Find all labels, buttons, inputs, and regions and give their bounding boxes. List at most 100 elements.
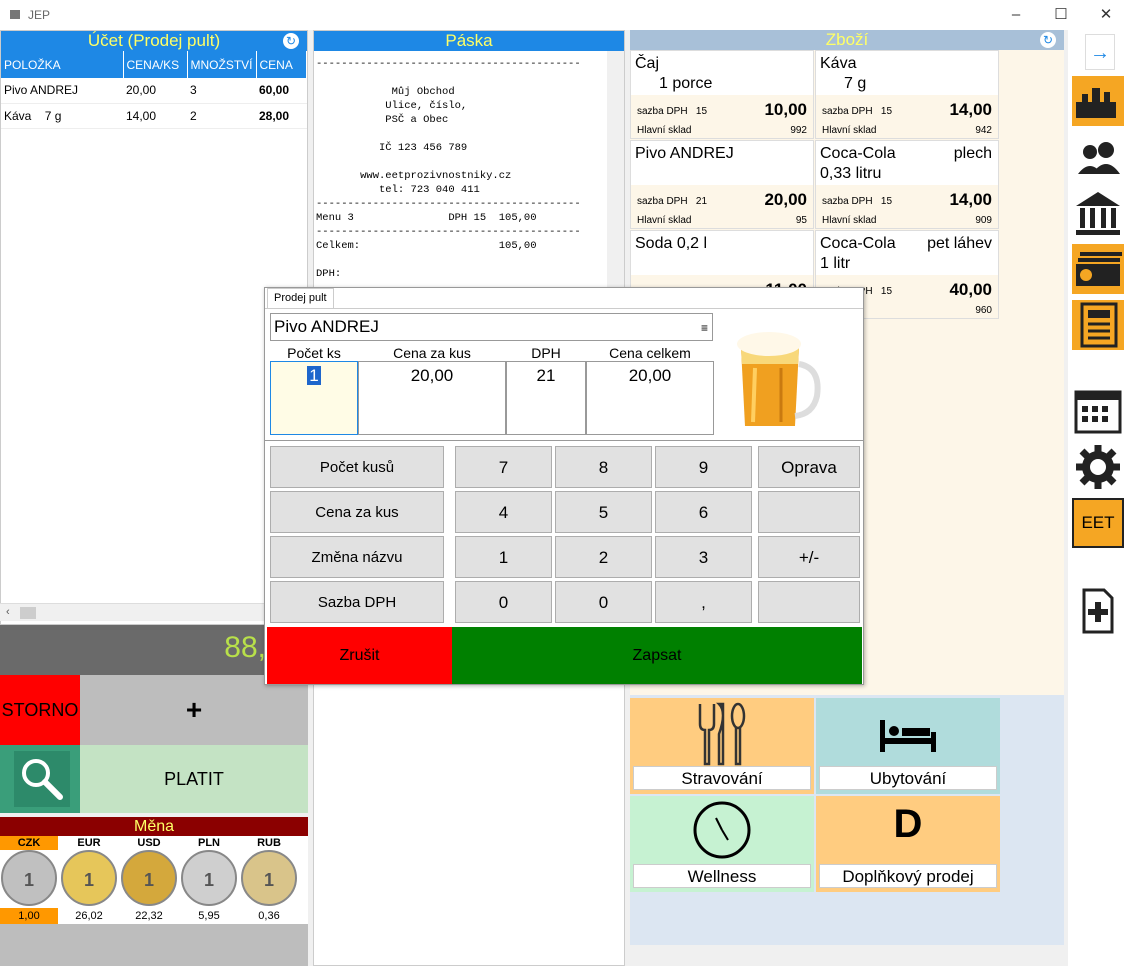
item-total: 60,00 — [256, 78, 307, 104]
pay-button[interactable]: PLATIT — [80, 745, 308, 813]
logout-icon[interactable]: → — [1085, 34, 1115, 70]
key-5[interactable]: 5 — [555, 491, 652, 533]
item-price: 20,00 — [123, 78, 187, 104]
add-button[interactable]: + — [80, 675, 308, 745]
product-count: 909 — [975, 215, 992, 226]
account-panel-title: Účet (Prodej pult) — [87, 31, 221, 50]
key-blank[interactable] — [758, 491, 860, 533]
add-document-icon[interactable] — [1072, 586, 1124, 636]
dialog-tab[interactable]: Prodej pult — [267, 288, 334, 308]
currency-code: RUB — [257, 837, 281, 849]
eet-icon[interactable]: EET — [1072, 498, 1124, 548]
product-tile[interactable]: Čaj 1 porce sazba DPH 15 10,00 Hlavní sk… — [630, 50, 814, 139]
key-8[interactable]: 8 — [555, 446, 652, 488]
category-stravovani[interactable]: Stravování — [630, 698, 814, 794]
key-0[interactable]: 0 — [455, 581, 552, 623]
product-warehouse: Hlavní sklad — [822, 215, 877, 226]
confirm-button[interactable]: Zapsat — [452, 627, 862, 684]
product-name-suffix: pet láhev — [927, 235, 992, 252]
category-doplnkovy-prodej[interactable]: D Doplňkový prodej — [816, 796, 1000, 892]
key-oprava[interactable]: Oprava — [758, 446, 860, 488]
product-name: Coca-Cola — [820, 235, 896, 252]
currency-rate: 5,95 — [198, 910, 220, 922]
vat-input[interactable]: 21 — [506, 361, 586, 435]
column-header[interactable]: CENA/KS — [123, 51, 188, 78]
key-2[interactable]: 2 — [555, 536, 652, 578]
key-1[interactable]: 1 — [455, 536, 552, 578]
key-6[interactable]: 6 — [655, 491, 752, 533]
func-unit-price-button[interactable]: Cena za kus — [270, 491, 444, 533]
vertical-scrollbar[interactable] — [607, 51, 624, 291]
maximize-button[interactable]: ☐ — [1050, 4, 1072, 26]
cancel-button[interactable]: Zrušit — [267, 627, 452, 684]
currency-rub[interactable]: RUB 1 0,36 — [240, 836, 298, 924]
bed-icon — [880, 720, 936, 752]
product-tile[interactable]: Coca-Cola plech 0,33 litru sazba DPH 15 … — [815, 140, 999, 229]
currency-pln[interactable]: PLN 1 5,95 — [180, 836, 238, 924]
table-row[interactable]: Pivo ANDREJ 20,00 3 60,00 — [1, 78, 307, 104]
product-sub: 1 porce — [659, 75, 713, 92]
product-name: Káva — [820, 55, 857, 72]
key-7[interactable]: 7 — [455, 446, 552, 488]
product-tile[interactable]: Pivo ANDREJ sazba DPH 21 20,00 Hlavní sk… — [630, 140, 814, 229]
qty-header: Počet ks — [287, 345, 341, 361]
product-sub: 7 g — [844, 75, 867, 92]
key-0-second[interactable]: 0 — [555, 581, 652, 623]
table-row[interactable]: Káva 7 g 14,00 2 28,00 — [1, 103, 307, 129]
calendar-icon[interactable] — [1072, 386, 1124, 436]
key-blank-2[interactable] — [758, 581, 860, 623]
product-name-value: Pivo ANDREJ — [274, 317, 379, 336]
column-header[interactable]: CENA — [256, 51, 307, 78]
qty-input[interactable]: 1 — [270, 361, 358, 435]
category-ubytovani[interactable]: Ubytování — [816, 698, 1000, 794]
receipt-icon[interactable] — [1072, 300, 1124, 350]
total-input[interactable]: 20,00 — [586, 361, 714, 435]
func-qty-button[interactable]: Počet kusů — [270, 446, 444, 488]
refresh-icon[interactable]: ↻ — [1040, 32, 1056, 48]
product-vat: sazba DPH 15 — [822, 196, 893, 207]
key-4[interactable]: 4 — [455, 491, 552, 533]
category-label: Doplňkový prodej — [819, 864, 997, 888]
cash-icon[interactable] — [1072, 244, 1124, 294]
item-total: 28,00 — [256, 103, 307, 129]
users-icon[interactable] — [1072, 132, 1124, 182]
currency-rate: 22,32 — [135, 910, 163, 922]
scroll-left-icon[interactable]: ‹ — [6, 606, 10, 618]
scroll-thumb[interactable] — [20, 607, 36, 619]
currency-code: EUR — [77, 837, 101, 849]
receipt-text: ----------------------------------------… — [316, 58, 581, 280]
category-wellness[interactable]: Wellness — [630, 796, 814, 892]
func-rename-button[interactable]: Změna názvu — [270, 536, 444, 578]
currency-czk[interactable]: CZK 1 1,00 — [0, 836, 58, 924]
key-comma[interactable]: , — [655, 581, 752, 623]
key-9[interactable]: 9 — [655, 446, 752, 488]
currency-usd[interactable]: USD 1 22,32 — [120, 836, 178, 924]
minimize-button[interactable]: – — [1005, 4, 1027, 26]
left-bottom-area — [0, 924, 308, 966]
gear-icon[interactable] — [1072, 442, 1124, 492]
close-button[interactable]: ✕ — [1095, 4, 1117, 26]
coin-icon: 1 — [61, 850, 117, 906]
product-name-field[interactable]: Pivo ANDREJ ≡ — [270, 313, 713, 341]
key-plus-minus[interactable]: +/- — [758, 536, 860, 578]
currency-code: CZK — [0, 836, 58, 850]
column-header[interactable]: POLOŽKA — [1, 51, 124, 78]
currency-eur[interactable]: EUR 1 26,02 — [60, 836, 118, 924]
receipt-title: Páska — [445, 31, 493, 50]
category-label: Wellness — [633, 864, 811, 888]
column-header[interactable]: MNOŽSTVÍ — [187, 51, 257, 78]
list-icon[interactable]: ≡ — [701, 321, 708, 335]
horizontal-scrollbar[interactable]: ‹ — [0, 603, 308, 621]
func-vat-button[interactable]: Sazba DPH — [270, 581, 444, 623]
key-3[interactable]: 3 — [655, 536, 752, 578]
search-button[interactable] — [0, 745, 80, 813]
unit-price-input[interactable]: 20,00 — [358, 361, 506, 435]
bank-icon[interactable] — [1072, 188, 1124, 238]
refresh-icon[interactable]: ↻ — [283, 33, 299, 49]
product-tile[interactable]: Káva 7 g sazba DPH 15 14,00 Hlavní sklad… — [815, 50, 999, 139]
product-price: 40,00 — [949, 280, 992, 299]
account-table: POLOŽKA CENA/KS MNOŽSTVÍ CENA Pivo ANDRE… — [1, 51, 307, 129]
city-icon[interactable] — [1072, 76, 1124, 126]
storno-button[interactable]: STORNO — [0, 675, 80, 745]
category-label: Ubytování — [819, 766, 997, 790]
